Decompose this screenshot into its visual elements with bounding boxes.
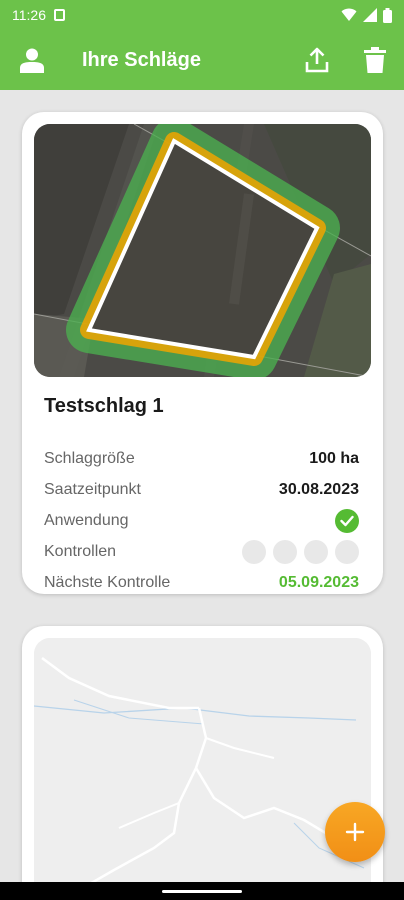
status-time: 11:26 bbox=[12, 7, 46, 23]
row-size: Schlaggröße 100 ha bbox=[44, 443, 359, 474]
upload-icon bbox=[305, 47, 329, 73]
field-list: Testschlag 1 Schlaggröße 100 ha Saatzeit… bbox=[0, 90, 404, 882]
app-bar: Ihre Schläge bbox=[0, 30, 404, 90]
field-satellite-map bbox=[34, 124, 371, 377]
wifi-icon bbox=[341, 8, 357, 21]
person-icon bbox=[20, 48, 44, 73]
sowing-date-value: 30.08.2023 bbox=[278, 480, 359, 498]
controls-indicator bbox=[242, 539, 359, 564]
delete-button[interactable] bbox=[346, 30, 404, 90]
status-icons bbox=[341, 7, 392, 23]
export-button[interactable] bbox=[288, 30, 346, 90]
control-dot bbox=[335, 539, 359, 564]
sim-card-icon bbox=[54, 9, 65, 21]
home-gesture-handle[interactable] bbox=[162, 890, 242, 893]
row-controls: Kontrollen bbox=[44, 536, 359, 567]
plus-icon bbox=[345, 822, 365, 842]
application-label: Anwendung bbox=[44, 511, 129, 529]
row-sowing-date: Saatzeitpunkt 30.08.2023 bbox=[44, 474, 359, 505]
status-bar: 11:26 bbox=[0, 0, 404, 30]
next-control-value: 05.09.2023 bbox=[278, 573, 359, 591]
row-next-control: Nächste Kontrolle 05.09.2023 bbox=[44, 567, 359, 594]
sowing-date-label: Saatzeitpunkt bbox=[44, 480, 141, 498]
size-value: 100 ha bbox=[309, 449, 359, 467]
size-label: Schlaggröße bbox=[44, 449, 135, 467]
field-street-map bbox=[34, 638, 371, 882]
add-field-button[interactable] bbox=[325, 802, 385, 862]
profile-button[interactable] bbox=[0, 30, 64, 90]
field-details: Schlaggröße 100 ha Saatzeitpunkt 30.08.2… bbox=[44, 443, 359, 594]
checkmark-icon bbox=[335, 508, 359, 533]
field-card[interactable]: Testschlag 1 Schlaggröße 100 ha Saatzeit… bbox=[22, 112, 383, 594]
street-map bbox=[34, 638, 371, 882]
satellite-image bbox=[34, 124, 371, 377]
page-title: Ihre Schläge bbox=[82, 48, 201, 71]
control-dot bbox=[304, 539, 328, 564]
controls-label: Kontrollen bbox=[44, 542, 117, 560]
next-control-label: Nächste Kontrolle bbox=[44, 573, 171, 591]
row-application: Anwendung bbox=[44, 505, 359, 536]
trash-icon bbox=[364, 47, 386, 73]
system-nav-bar bbox=[0, 882, 404, 900]
signal-icon bbox=[363, 8, 377, 22]
app-bar-actions bbox=[288, 30, 404, 90]
control-dot bbox=[242, 539, 266, 564]
battery-icon bbox=[383, 7, 392, 23]
field-name: Testschlag 1 bbox=[44, 395, 164, 417]
control-dot bbox=[273, 539, 297, 564]
